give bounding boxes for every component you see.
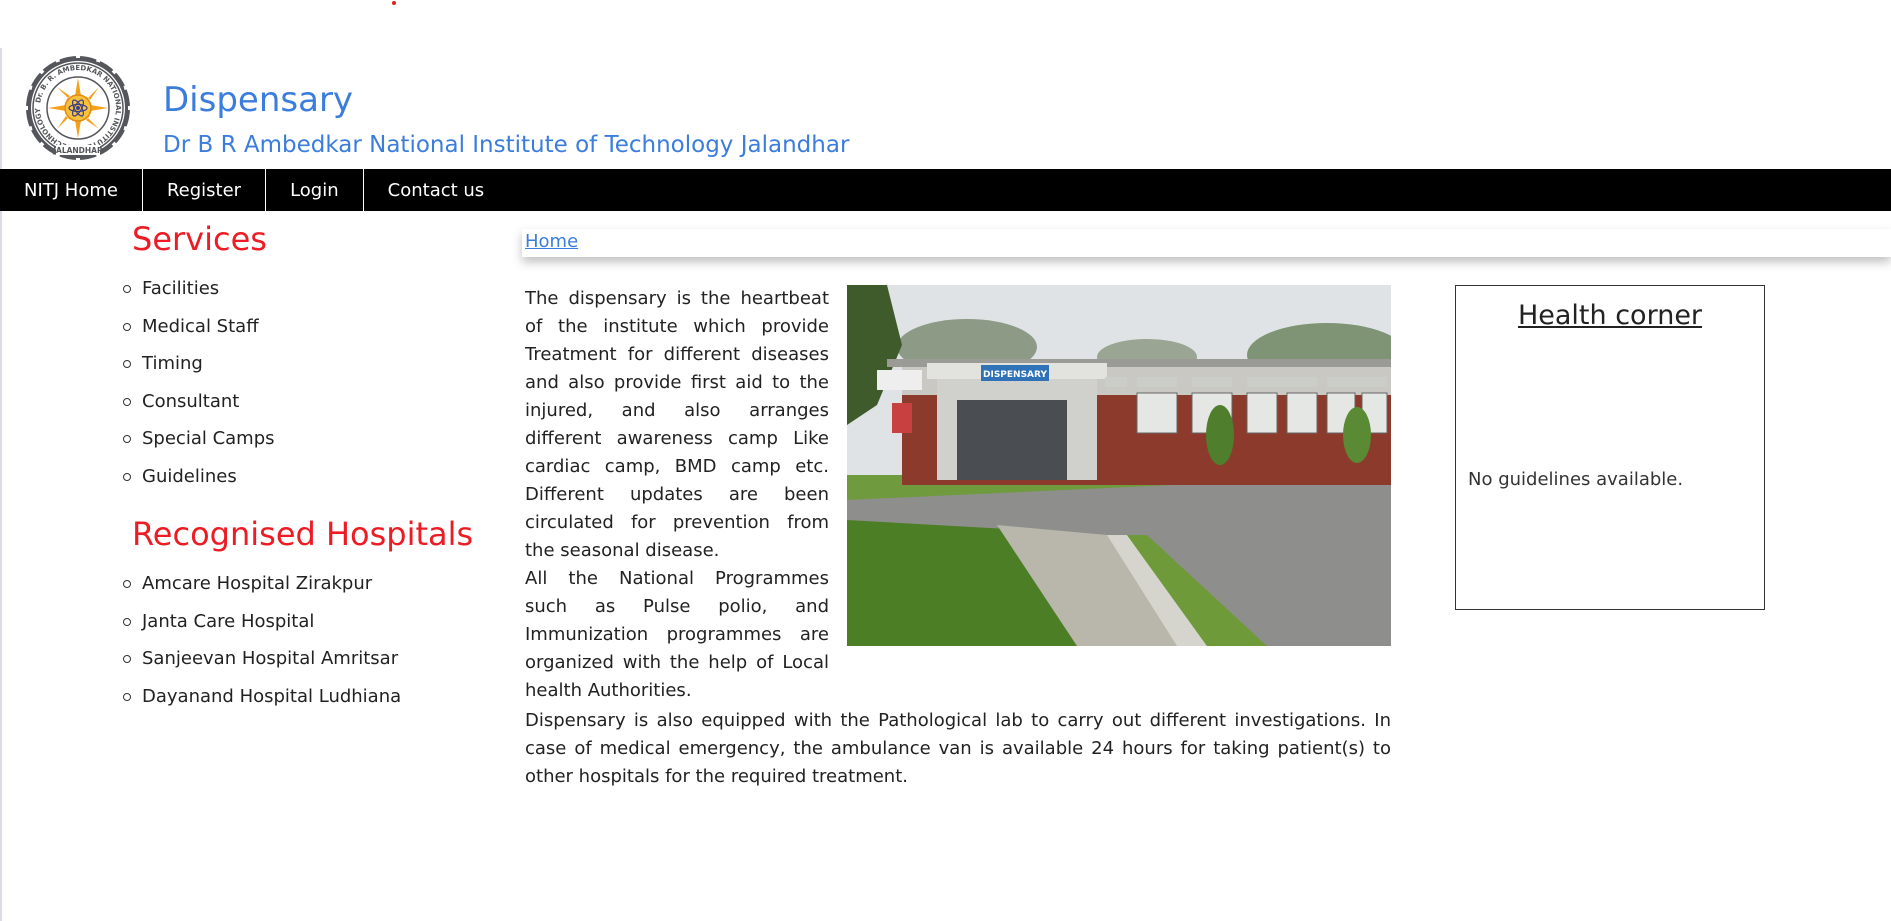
- nav-register[interactable]: Register: [143, 169, 267, 211]
- health-corner-title: Health corner: [1517, 300, 1703, 331]
- hospital-link-dayanand[interactable]: Dayanand Hospital Ludhiana: [123, 678, 490, 716]
- main-navbar: NITJ Home Register Login Contact us: [0, 169, 1891, 211]
- dispensary-building-photo: DISPENSARY: [847, 285, 1391, 646]
- breadcrumb: Home: [522, 229, 1891, 257]
- breadcrumb-home-link[interactable]: Home: [525, 231, 578, 252]
- services-link-facilities[interactable]: Facilities: [123, 270, 490, 308]
- lab-paragraph: Dispensary is also equipped with the Pat…: [525, 710, 1391, 787]
- hospital-link-janta-care[interactable]: Janta Care Hospital: [123, 603, 490, 641]
- left-sidebar: Services Facilities Medical Staff Timing…: [123, 220, 490, 735]
- services-link-consultant[interactable]: Consultant: [123, 383, 490, 421]
- health-corner-panel: Health corner No guidelines available.: [1455, 285, 1765, 610]
- hospitals-list: Amcare Hospital Zirakpur Janta Care Hosp…: [123, 565, 490, 716]
- services-link-medical-staff[interactable]: Medical Staff: [123, 308, 490, 346]
- nitj-emblem-icon[interactable]: Dr. B. R. AMBEDKAR NATIONAL INSTITUTE OF…: [22, 52, 134, 164]
- services-link-special-camps[interactable]: Special Camps: [123, 420, 490, 458]
- photo-sign-text: DISPENSARY: [983, 370, 1047, 380]
- services-list: Facilities Medical Staff Timing Consulta…: [123, 270, 490, 496]
- nav-login[interactable]: Login: [266, 169, 364, 211]
- site-title: Dispensary: [163, 80, 354, 120]
- logo-bottom-text: JALANDHAR: [52, 146, 103, 155]
- intro-paragraph: The dispensary is the heartbeat of the i…: [525, 288, 829, 561]
- hospital-link-sanjeevan[interactable]: Sanjeevan Hospital Amritsar: [123, 640, 490, 678]
- site-subtitle: Dr B R Ambedkar National Institute of Te…: [163, 132, 850, 158]
- services-link-guidelines[interactable]: Guidelines: [123, 458, 490, 496]
- services-link-timing[interactable]: Timing: [123, 345, 490, 383]
- health-corner-empty-message: No guidelines available.: [1468, 469, 1684, 490]
- services-heading: Services: [132, 220, 267, 258]
- nav-contact-us[interactable]: Contact us: [364, 169, 509, 211]
- nav-nitj-home[interactable]: NITJ Home: [0, 169, 143, 211]
- site-header: Dr. B. R. AMBEDKAR NATIONAL INSTITUTE OF…: [0, 0, 1891, 169]
- hospital-link-amcare[interactable]: Amcare Hospital Zirakpur: [123, 565, 490, 603]
- hospitals-heading: Recognised Hospitals: [132, 515, 474, 553]
- programmes-paragraph: All the National Programmes such as Puls…: [525, 568, 829, 701]
